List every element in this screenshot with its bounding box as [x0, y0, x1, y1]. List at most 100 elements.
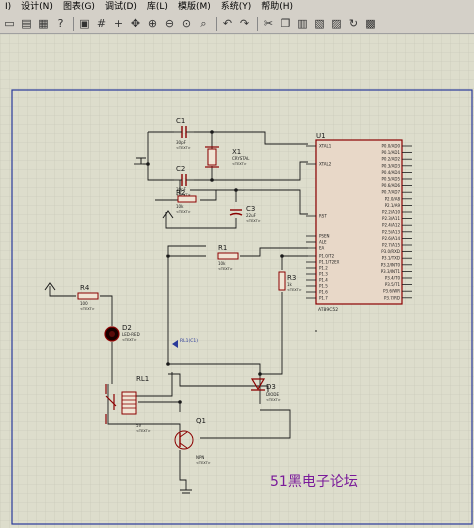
q1-ref: Q1 — [196, 417, 206, 425]
c3-value: 22uF — [246, 213, 257, 218]
u1-left-pin-label: RST — [319, 214, 327, 219]
q1-value: NPN — [196, 455, 204, 460]
x1-text: <TEXT> — [232, 162, 247, 166]
u1-right-pin-label: P0.0/AD0 — [382, 144, 401, 149]
r4-ref: R4 — [80, 284, 90, 292]
menu-item-6[interactable]: 系统(Y) — [216, 0, 257, 14]
u1-right-pin-label: P3.4/T0 — [385, 276, 401, 281]
u1-right-pin-label: P0.6/AD6 — [382, 183, 401, 188]
r2-ref: R2 — [176, 189, 185, 197]
toolbar-separator — [73, 16, 74, 31]
block-rotate-icon[interactable]: ↻ — [346, 16, 361, 31]
d2-ref: D2 — [122, 324, 132, 332]
u1-right-pin-label: P0.3/AD3 — [382, 163, 401, 168]
component-mode-icon[interactable]: ▣ — [77, 16, 92, 31]
u1-right-pin-label: P2.0/A8 — [385, 196, 401, 201]
u1-left-pin-label: EA — [319, 246, 325, 251]
u1-left-lower-pin-label: P1.0/T2 — [319, 254, 335, 259]
u1-right-pin-label: P3.3/INT1 — [381, 269, 401, 274]
c2-ref: C2 — [176, 165, 185, 173]
new-sheet-icon[interactable]: ▭ — [2, 16, 17, 31]
r3-value: 1k — [287, 282, 293, 287]
menu-item-0[interactable]: I) — [0, 0, 16, 14]
u1-left-pin-label: XTAL1 — [319, 144, 332, 149]
menu-item-5[interactable]: 模版(M) — [173, 0, 216, 14]
grid — [0, 34, 474, 528]
u1-right-pin-label: P2.1/A9 — [385, 203, 401, 208]
u1-right-pin-label: P2.6/A14 — [382, 236, 400, 241]
u1-left-lower-pin-label: P1.2 — [319, 266, 328, 271]
origin-icon[interactable]: + — [111, 16, 126, 31]
u1-right-pin-label: P3.6/WR — [383, 289, 400, 294]
block-move-icon[interactable]: ▨ — [329, 16, 344, 31]
x1-value: CRYSTAL — [232, 156, 250, 161]
c1-text: <TEXT> — [176, 146, 191, 150]
zoom-all-icon[interactable]: ⊙ — [179, 16, 194, 31]
d2-value: LED-RED — [122, 332, 140, 337]
pan-icon[interactable]: ✥ — [128, 16, 143, 31]
d3-text: <TEXT> — [266, 398, 281, 402]
u1-left-pin-label: XTAL2 — [319, 162, 332, 167]
redo-icon[interactable]: ↷ — [237, 16, 252, 31]
c3-ref: C3 — [246, 205, 255, 213]
toolbar-separator — [216, 16, 217, 31]
u1-left-lower-pin-label: P1.3 — [319, 272, 328, 277]
u1-right-pin-label: P2.5/A13 — [382, 229, 400, 234]
d3-value: DIODE — [266, 392, 279, 397]
help-icon[interactable]: ? — [53, 16, 68, 31]
u1-left-pin-label: ALE — [319, 240, 327, 245]
schematic-sheet[interactable]: U1 AT89C52 XTAL1 XTAL2 RST PSENALEEA P1.0/T… — [0, 34, 474, 528]
block-delete-icon[interactable]: ▩ — [363, 16, 378, 31]
r4-value: 100 — [80, 301, 88, 306]
u1-microcontroller[interactable]: U1 AT89C52 XTAL1 XTAL2 RST PSENALEEA P1.0/T… — [306, 132, 412, 313]
zoom-in-icon[interactable]: ⊕ — [145, 16, 160, 31]
c3-text: <TEXT> — [246, 219, 261, 223]
watermark-text: 51黑电子论坛 — [270, 474, 358, 490]
menu-item-2[interactable]: 图表(G) — [58, 0, 100, 14]
u1-part: AT89C52 — [318, 307, 338, 313]
probe-label: RL1(C1) — [180, 338, 198, 344]
r3-ref: R3 — [287, 274, 296, 282]
u1-right-pin-label: P0.7/AD7 — [382, 190, 401, 195]
zoom-out-icon[interactable]: ⊖ — [162, 16, 177, 31]
menu-item-4[interactable]: 库(L) — [142, 0, 173, 14]
u1-right-pin-label: P2.7/A15 — [382, 243, 400, 248]
paste-icon[interactable]: ▥ — [295, 16, 310, 31]
u1-right-pin-label: P0.4/AD4 — [382, 170, 401, 175]
print-icon[interactable]: ▦ — [36, 16, 51, 31]
rl1-ref: RL1 — [136, 375, 149, 383]
u1-left-lower-pin-label: P1.6 — [319, 290, 328, 295]
menu-item-7[interactable]: 帮助(H) — [256, 0, 298, 14]
copy-icon[interactable]: ❐ — [278, 16, 293, 31]
u1-right-pin-label: P3.2/INT0 — [381, 262, 401, 267]
r3-text: <TEXT> — [287, 288, 302, 292]
x1-ref: X1 — [232, 148, 241, 156]
rl1-text: <TEXT> — [136, 429, 151, 433]
d2-text: <TEXT> — [122, 338, 137, 342]
r1-value: 10k — [218, 261, 226, 266]
u1-left-lower-pin-label: P1.5 — [319, 284, 328, 289]
schematic-workspace[interactable]: U1 AT89C52 XTAL1 XTAL2 RST PSEN ALE EA P1.0/T… — [0, 34, 474, 528]
menu-item-1[interactable]: 设计(N) — [16, 0, 58, 14]
u1-right-pin-label: P3.1/TXD — [382, 256, 400, 261]
cut-icon[interactable]: ✂ — [261, 16, 276, 31]
u1-left-lower-pin-label: P1.1/T2EX — [319, 260, 340, 265]
toolbar-separator — [257, 16, 258, 31]
grid-icon[interactable]: # — [94, 16, 109, 31]
undo-icon[interactable]: ↶ — [220, 16, 235, 31]
block-copy-icon[interactable]: ▧ — [312, 16, 327, 31]
u1-right-pin-label: P0.2/AD2 — [382, 157, 401, 162]
d3-ref: D3 — [266, 383, 276, 391]
u1-right-pin-label: P0.1/AD1 — [382, 150, 401, 155]
menu-bar: I) 设计(N) 图表(G) 调试(D) 库(L) 模版(M) 系统(Y) 帮助(H) — [0, 0, 474, 14]
zoom-area-icon[interactable]: ⌕ — [196, 16, 211, 31]
r1-ref: R1 — [218, 244, 227, 252]
u1-left-lower-pin-label: P1.7 — [319, 296, 328, 301]
menu-item-3[interactable]: 调试(D) — [100, 0, 142, 14]
toolbar: ▭ ▤ ▦? ▣ # + ✥ ⊕ ⊖ ⊙ ⌕ ↶ ↷ ✂ ❐ ▥ ▧ ▨ ↻ ▩ — [0, 14, 474, 34]
u1-ref: U1 — [316, 132, 326, 140]
open-icon[interactable]: ▤ — [19, 16, 34, 31]
u1-right-pin-label: P3.0/RXD — [381, 249, 400, 254]
r1-text: <TEXT> — [218, 267, 233, 271]
u1-right-pin-label: P0.5/AD5 — [382, 177, 401, 182]
